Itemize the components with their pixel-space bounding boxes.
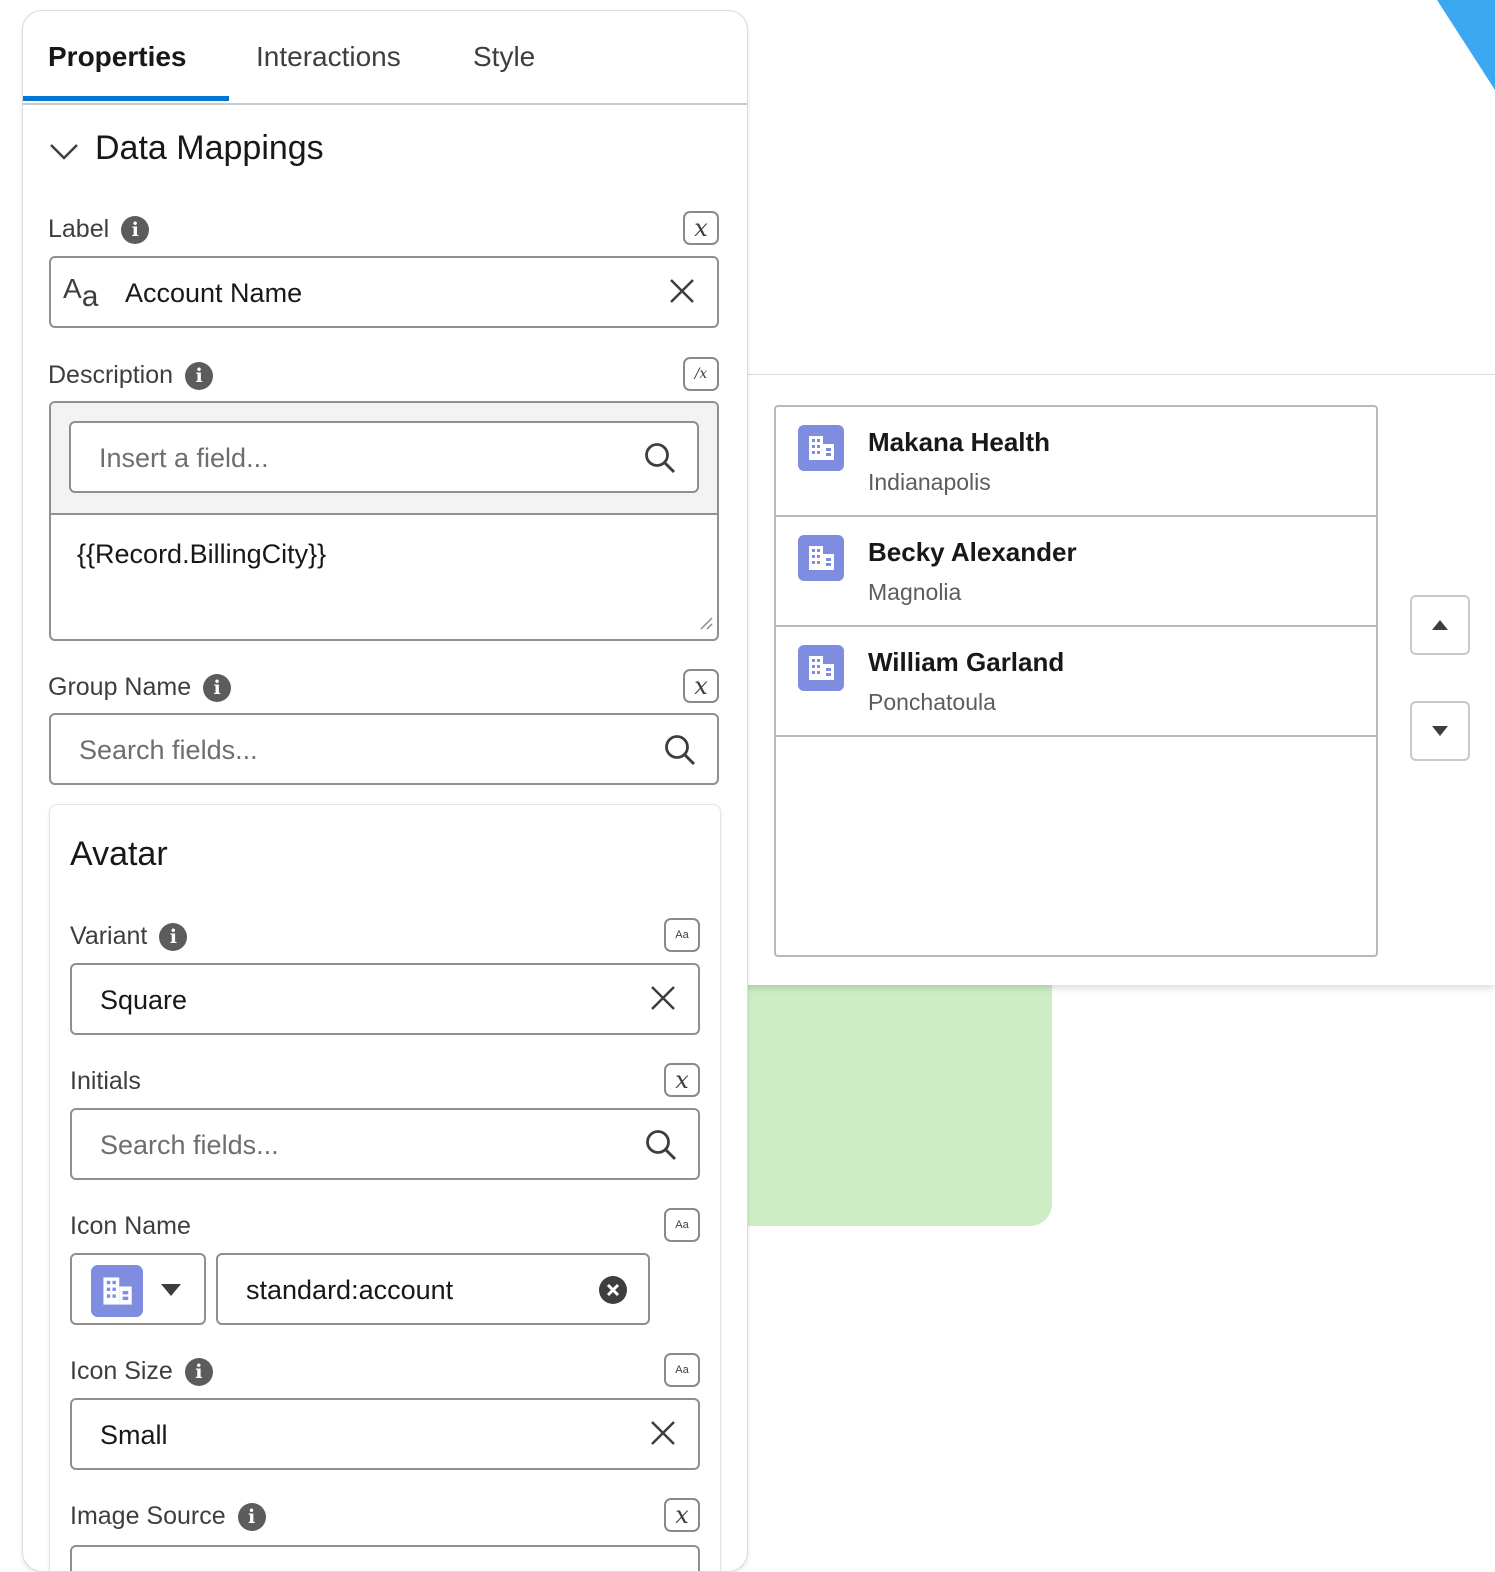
properties-panel: Properties Interactions Style Data Mappi… <box>22 10 748 1572</box>
account-icon <box>90 1265 144 1322</box>
tab-interactions[interactable]: Interactions <box>256 41 401 73</box>
variant-field-label: Variant i <box>70 922 188 951</box>
text-mode-toggle[interactable]: Aa <box>664 918 700 952</box>
resize-handle-icon[interactable] <box>697 614 713 635</box>
canvas-background-region <box>730 960 1052 1226</box>
chevron-down-icon <box>49 131 79 170</box>
clear-icon[interactable] <box>648 1418 678 1453</box>
icon-size-value: Small <box>100 1420 168 1450</box>
search-icon <box>643 441 677 480</box>
label-input[interactable]: Aa Account Name <box>49 256 719 328</box>
account-icon <box>798 535 844 586</box>
formula-mode-toggle[interactable]: x <box>664 1498 700 1532</box>
variant-value: Square <box>100 985 188 1015</box>
label-input-value: Account Name <box>125 278 303 308</box>
formula-mode-toggle[interactable]: x <box>683 211 719 245</box>
label-field-label: Label i <box>48 215 150 244</box>
info-icon[interactable]: i <box>159 922 188 951</box>
list-item[interactable]: Becky Alexander Magnolia <box>776 517 1376 627</box>
list-item-subtitle: Ponchatoula <box>868 689 996 715</box>
caret-up-icon <box>1432 620 1448 630</box>
clear-icon[interactable] <box>667 276 697 311</box>
formula-mode-toggle[interactable]: x <box>664 1063 700 1097</box>
initials-input[interactable]: Search fields... <box>70 1108 700 1180</box>
text-mode-toggle[interactable]: Aa <box>664 1208 700 1242</box>
component-preview-panel: Makana Health Indianapolis Becky Alexand… <box>744 374 1495 985</box>
group-name-placeholder: Search fields... <box>79 735 258 765</box>
move-down-button[interactable] <box>1410 701 1470 761</box>
initials-placeholder: Search fields... <box>100 1130 279 1160</box>
info-icon[interactable]: i <box>203 673 232 702</box>
data-mappings-section-toggle[interactable]: Data Mappings <box>49 129 324 170</box>
field-label-text: Initials <box>70 1067 141 1095</box>
corner-decoration <box>1437 0 1495 90</box>
icon-name-value: standard:account <box>246 1275 454 1305</box>
info-icon[interactable]: i <box>237 1502 266 1531</box>
icon-name-input[interactable]: standard:account <box>216 1253 650 1325</box>
account-icon <box>798 425 844 476</box>
caret-down-icon <box>160 1283 182 1302</box>
description-editor: Insert a field... {{Record.BillingCity}} <box>49 401 719 641</box>
field-label-text: Icon Name <box>70 1212 191 1240</box>
field-label-text: Variant <box>70 922 148 950</box>
description-field-label: Description i <box>48 361 214 390</box>
field-label-text: Label <box>48 215 110 243</box>
field-label-text: Description <box>48 361 174 389</box>
move-up-button[interactable] <box>1410 595 1470 655</box>
list-item-title: Becky Alexander <box>868 537 1077 567</box>
list-item-subtitle: Indianapolis <box>868 469 991 495</box>
insert-field-placeholder: Insert a field... <box>99 443 269 473</box>
description-textarea[interactable]: {{Record.BillingCity}} <box>77 539 326 570</box>
clear-circle-icon[interactable] <box>598 1275 628 1310</box>
caret-down-icon <box>1432 726 1448 736</box>
text-type-icon: Aa <box>63 273 99 313</box>
icon-picker-button[interactable] <box>70 1253 206 1325</box>
icon-size-field-label: Icon Size i <box>70 1357 213 1386</box>
field-label-text: Group Name <box>48 673 192 701</box>
icon-name-field-label: Icon Name <box>70 1212 191 1241</box>
field-label-text: Icon Size <box>70 1357 173 1385</box>
list-item-title: William Garland <box>868 647 1065 677</box>
account-icon <box>798 645 844 696</box>
info-icon[interactable]: i <box>185 361 214 390</box>
clear-icon[interactable] <box>648 983 678 1018</box>
active-tab-indicator <box>23 96 229 101</box>
list-item[interactable]: Makana Health Indianapolis <box>776 407 1376 517</box>
search-icon <box>663 733 697 772</box>
group-name-input[interactable]: Search fields... <box>49 713 719 785</box>
group-name-field-label: Group Name i <box>48 673 232 702</box>
variant-select[interactable]: Square <box>70 963 700 1035</box>
text-mode-toggle[interactable]: Aa <box>664 1353 700 1387</box>
icon-size-select[interactable]: Small <box>70 1398 700 1470</box>
list-item-title: Makana Health <box>868 427 1051 457</box>
insert-field-input[interactable]: Insert a field... <box>69 421 699 493</box>
search-icon <box>644 1128 678 1167</box>
section-title: Data Mappings <box>95 129 324 167</box>
description-toolbar: Insert a field... <box>51 403 717 515</box>
list-item-subtitle: Magnolia <box>868 579 962 605</box>
image-source-input[interactable] <box>70 1545 700 1571</box>
tab-style[interactable]: Style <box>473 41 535 73</box>
info-icon[interactable]: i <box>121 215 150 244</box>
formula-mode-toggle[interactable]: /x <box>683 357 719 391</box>
tab-properties[interactable]: Properties <box>48 41 187 73</box>
formula-mode-toggle[interactable]: x <box>683 669 719 703</box>
account-list: Makana Health Indianapolis Becky Alexand… <box>774 405 1378 957</box>
initials-field-label: Initials <box>70 1067 141 1096</box>
list-item[interactable]: William Garland Ponchatoula <box>776 627 1376 737</box>
info-icon[interactable]: i <box>184 1357 213 1386</box>
image-source-field-label: Image Source i <box>70 1502 266 1531</box>
panel-tabs: Properties Interactions Style <box>23 11 747 105</box>
field-label-text: Image Source <box>70 1502 226 1530</box>
avatar-card-title: Avatar <box>70 835 168 873</box>
avatar-settings-card: Avatar Variant i Aa Square Initials x Se… <box>49 804 721 1571</box>
